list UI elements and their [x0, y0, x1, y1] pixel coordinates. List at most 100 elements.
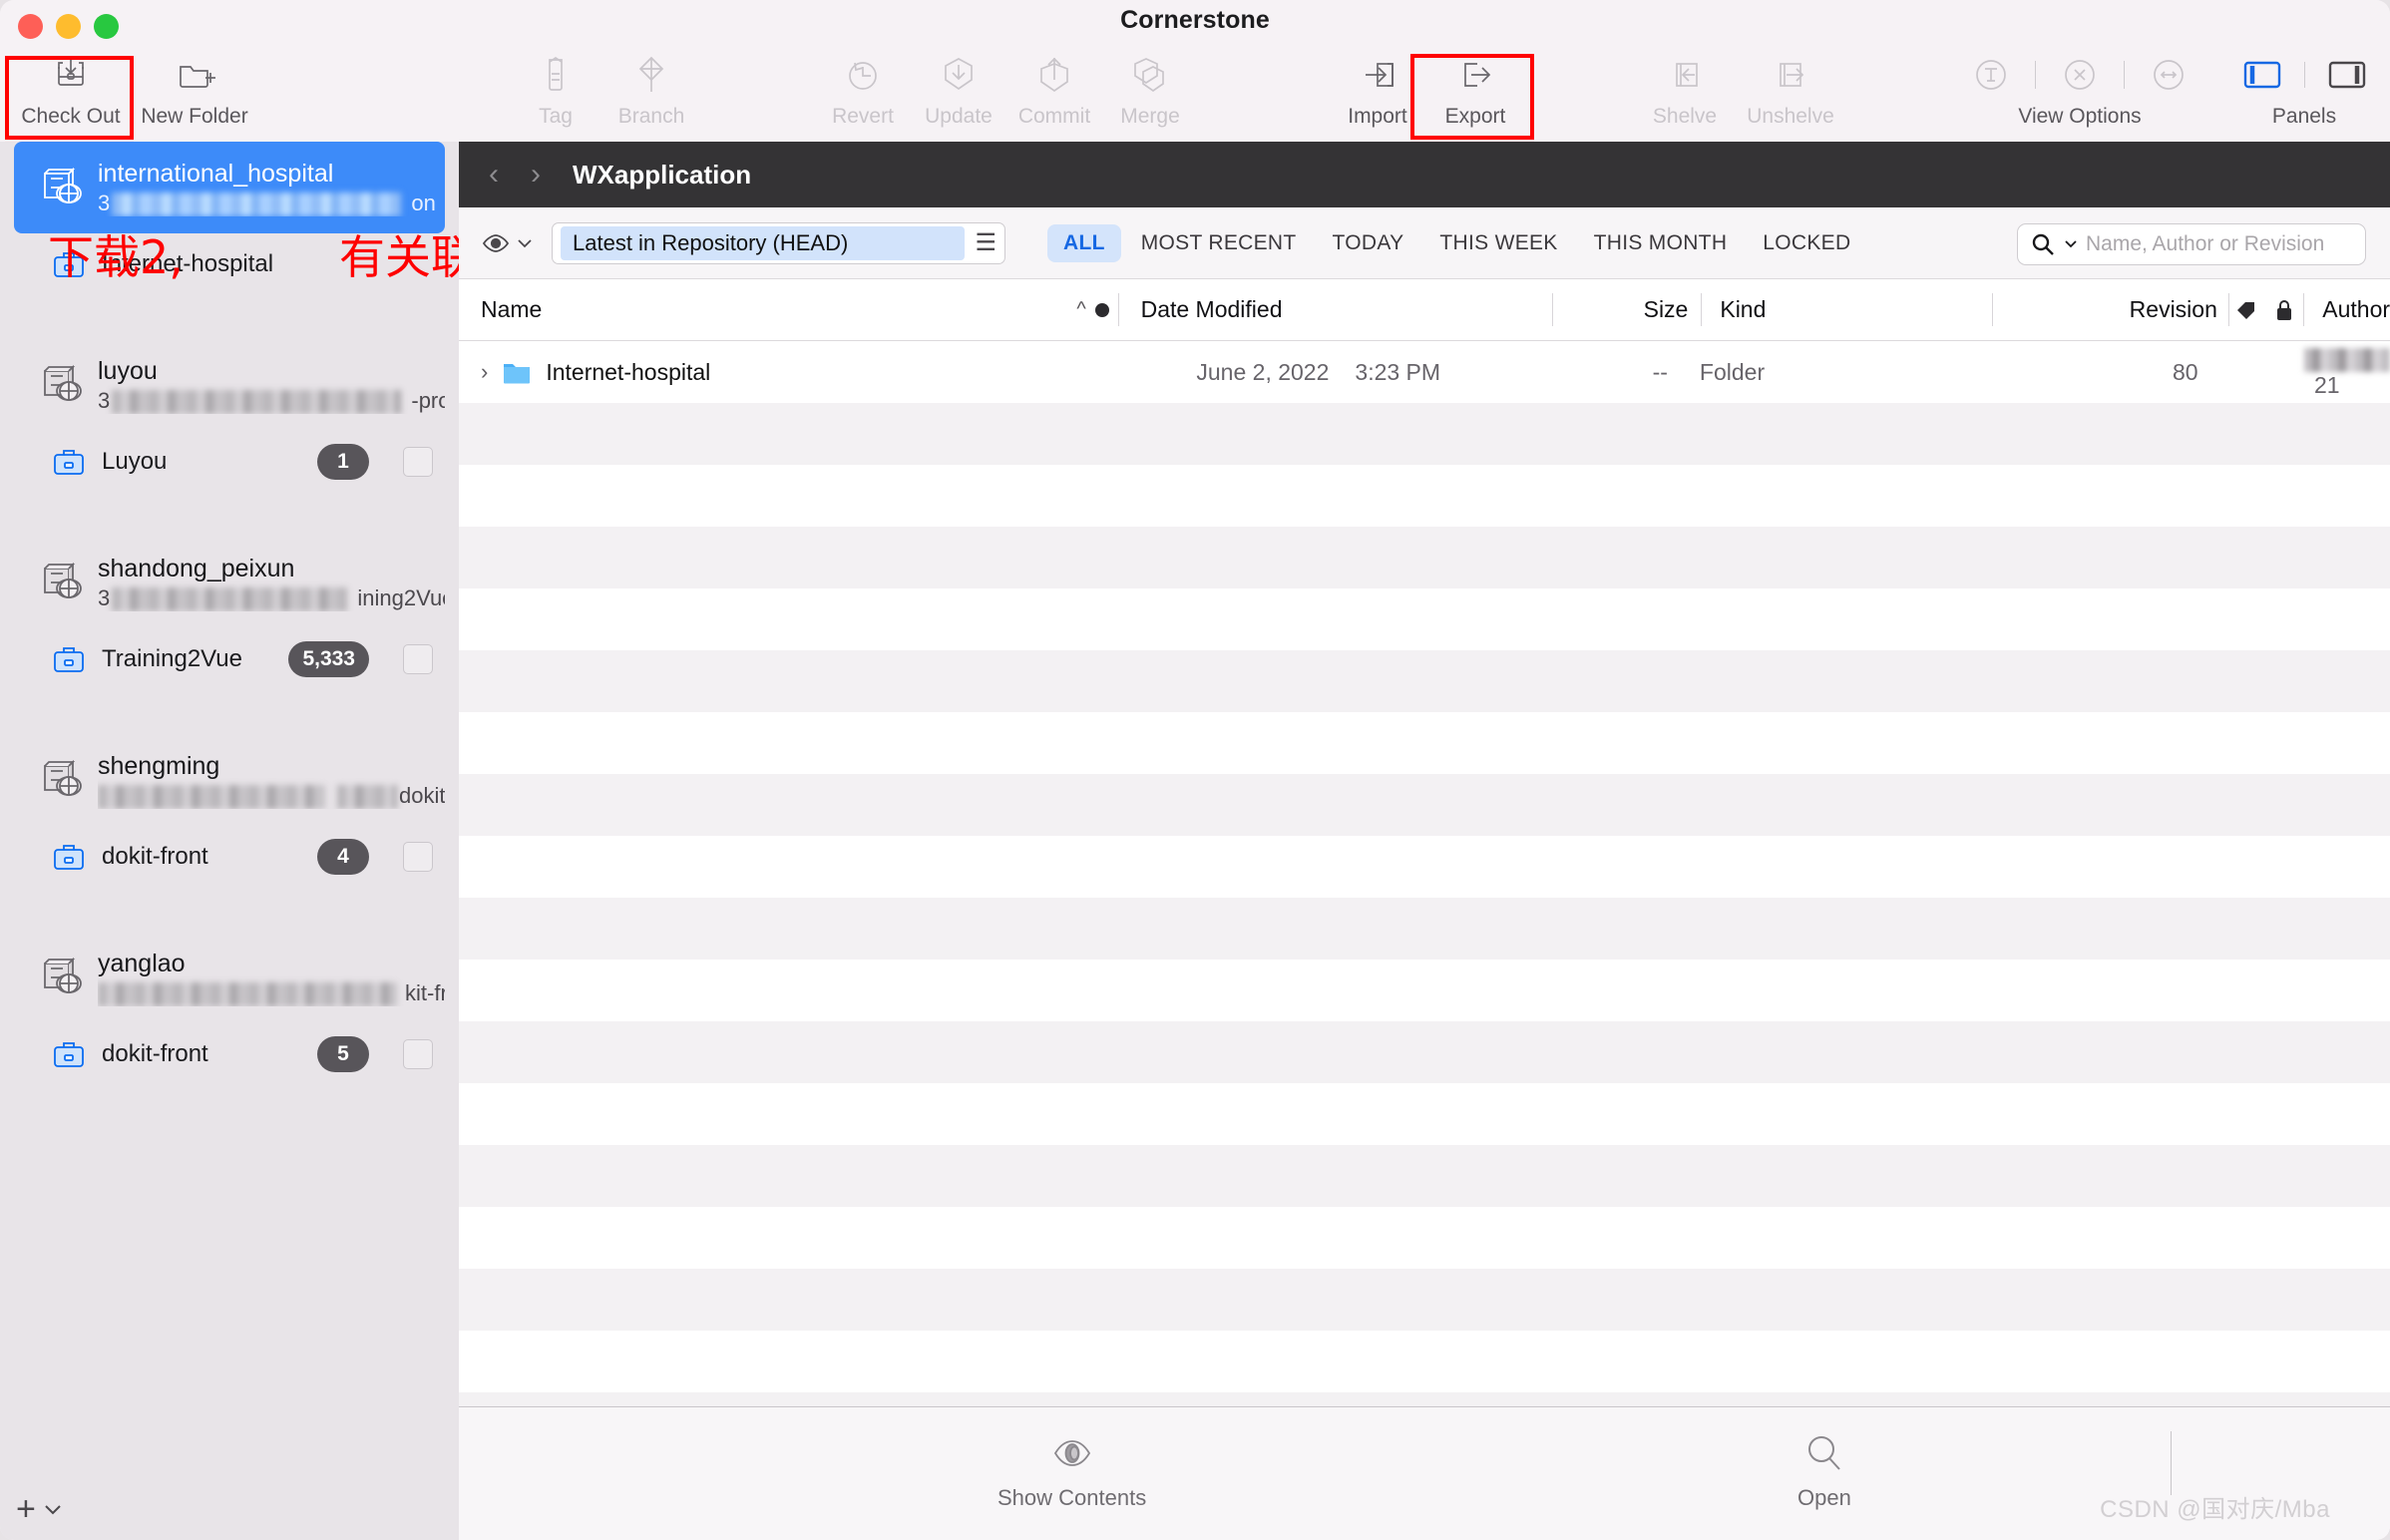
filter-chip-this-week[interactable]: THIS WEEK	[1423, 224, 1573, 262]
toolbar-button-merge[interactable]: Merge	[1091, 52, 1209, 129]
resize-width-icon	[2147, 53, 2191, 97]
toolbar-label: Commit	[1018, 105, 1090, 129]
sidebar-workingcopy-internet-hospital[interactable]: Internet-hospital	[0, 233, 459, 295]
table-row[interactable]: › Internet-hospital June 2, 2022 3:23 PM…	[459, 341, 2390, 403]
add-repository-button[interactable]: +	[16, 1492, 36, 1526]
filter-chip-all[interactable]: ALL	[1047, 224, 1121, 262]
sidebar-repo-shengming[interactable]: shengming dokit-front	[14, 734, 445, 826]
working-copy-name: dokit-front	[102, 1040, 301, 1068]
eye-icon	[481, 231, 511, 255]
repo-group: yanglao kit-front	[0, 932, 459, 1085]
new-folder-icon	[173, 52, 216, 98]
toolbar-label: New Folder	[141, 105, 247, 129]
repo-group: shandong_peixun 3 ining2Vue	[0, 537, 459, 690]
repo-url: 3 ining2Vue	[98, 585, 445, 611]
revert-icon	[842, 52, 884, 98]
merge-icon	[1129, 52, 1171, 98]
working-copy-icon	[52, 248, 86, 280]
toolbar-button-branch[interactable]: Branch	[593, 52, 710, 129]
column-header-date-modified[interactable]: Date Modified	[1119, 279, 1328, 340]
working-copy-checkbox[interactable]	[403, 447, 433, 477]
watermark: CSDN @国对庆/Mba	[2100, 1489, 2330, 1524]
repository-sidebar: international_hospital 3 on	[0, 142, 459, 1540]
repo-url: kit-front	[98, 980, 445, 1006]
working-copy-icon	[52, 1038, 86, 1070]
filter-chip-this-month[interactable]: THIS MONTH	[1578, 224, 1744, 262]
sidebar-repo-luyou[interactable]: luyou 3 -project	[14, 339, 445, 431]
column-header-size[interactable]: Size	[1553, 279, 1702, 340]
column-header-lock[interactable]	[2264, 279, 2305, 340]
lock-icon	[2274, 298, 2294, 322]
toolbar-button-export[interactable]: Export	[1416, 52, 1534, 129]
window-title: Cornerstone	[0, 6, 2390, 35]
column-header-name[interactable]: Name	[459, 279, 1028, 340]
toolbar-label: Branch	[618, 105, 685, 129]
titlebar: Cornerstone Check Out	[0, 0, 2390, 142]
revision-mode-selector[interactable]	[481, 231, 534, 255]
table-row-empty	[459, 960, 2390, 1021]
repository-icon	[38, 360, 84, 411]
column-label-name: Name	[481, 296, 542, 323]
table-row-empty	[459, 650, 2390, 712]
table-row-empty	[459, 1331, 2390, 1392]
revision-value: Latest in Repository (HEAD)	[561, 226, 965, 260]
repo-group: luyou 3 -project	[0, 339, 459, 493]
forward-button[interactable]: ›	[521, 158, 551, 192]
table-row-empty	[459, 403, 2390, 465]
toolbar-button-shelve[interactable]: Shelve	[1626, 52, 1744, 129]
toolbar-button-new-folder[interactable]: New Folder	[136, 52, 253, 129]
sidebar-workingcopy-dokit-front-yanglao[interactable]: dokit-front 5	[0, 1023, 459, 1085]
search-input[interactable]: Name, Author or Revision	[2017, 223, 2366, 265]
chevron-down-icon[interactable]	[42, 1502, 64, 1516]
disclosure-triangle-icon[interactable]: ›	[481, 359, 488, 385]
column-label-author: Author	[2322, 296, 2390, 323]
bottom-button-open[interactable]: Open	[1797, 1431, 1851, 1511]
tag-icon	[2235, 299, 2257, 321]
search-placeholder: Name, Author or Revision	[2086, 232, 2324, 256]
sidebar-footer: +	[0, 1478, 459, 1540]
left-panel-icon	[2240, 58, 2284, 92]
repo-url: dokit-front	[98, 783, 445, 809]
filter-chip-locked[interactable]: LOCKED	[1747, 224, 1866, 262]
column-header-tag[interactable]	[2229, 279, 2264, 340]
cell-name: › Internet-hospital	[459, 359, 1035, 386]
toolbar-label: Check Out	[21, 105, 120, 129]
column-label-revision: Revision	[2130, 296, 2217, 323]
column-header-author[interactable]: Author	[2304, 279, 2390, 340]
working-copy-checkbox[interactable]	[403, 644, 433, 674]
table-row-empty	[459, 1269, 2390, 1331]
column-header-kind[interactable]: Kind	[1702, 279, 1991, 340]
working-copy-checkbox[interactable]	[403, 1039, 433, 1069]
table-row-empty	[459, 774, 2390, 836]
toolbar-label: Update	[925, 105, 993, 129]
revision-select[interactable]: Latest in Repository (HEAD) ☰	[552, 222, 1005, 264]
toolbar-button-unshelve[interactable]: Unshelve	[1732, 52, 1849, 129]
sidebar-workingcopy-dokit-front-shengming[interactable]: dokit-front 4	[0, 826, 459, 888]
working-copy-checkbox[interactable]	[403, 842, 433, 872]
back-button[interactable]: ‹	[479, 158, 509, 192]
sidebar-workingcopy-training2vue[interactable]: Training2Vue 5,333	[0, 628, 459, 690]
sidebar-repo-international-hospital[interactable]: international_hospital 3 on	[14, 142, 445, 233]
cell-revision: 80	[1975, 359, 2209, 386]
repo-url: 3 on	[98, 191, 436, 216]
table-row-empty	[459, 1207, 2390, 1269]
column-label-date-modified: Date Modified	[1141, 296, 1283, 323]
toolbar-button-check-out[interactable]: Check Out	[12, 52, 130, 129]
filter-chip-most-recent[interactable]: MOST RECENT	[1125, 224, 1313, 262]
sidebar-repo-yanglao[interactable]: yanglao kit-front	[14, 932, 445, 1023]
working-copy-name: dokit-front	[102, 843, 301, 871]
cell-size: --	[1525, 359, 1682, 386]
repo-text: shengming dokit-front	[98, 752, 445, 809]
column-label-kind: Kind	[1720, 296, 1766, 323]
toolbar-label: Revert	[832, 105, 894, 129]
column-header-revision[interactable]: Revision	[1992, 279, 2229, 340]
shelve-icon	[1665, 52, 1705, 98]
repo-name: luyou	[98, 357, 445, 386]
sidebar-workingcopy-luyou[interactable]: Luyou 1	[0, 431, 459, 493]
bottom-button-show-contents[interactable]: Show Contents	[997, 1431, 1146, 1511]
sidebar-repo-shandong-peixun[interactable]: shandong_peixun 3 ining2Vue	[14, 537, 445, 628]
repo-text: yanglao kit-front	[98, 950, 445, 1006]
menu-icon[interactable]: ☰	[965, 228, 996, 257]
filter-chip-today[interactable]: TODAY	[1317, 224, 1420, 262]
column-header-status-dot[interactable]	[1086, 279, 1119, 340]
